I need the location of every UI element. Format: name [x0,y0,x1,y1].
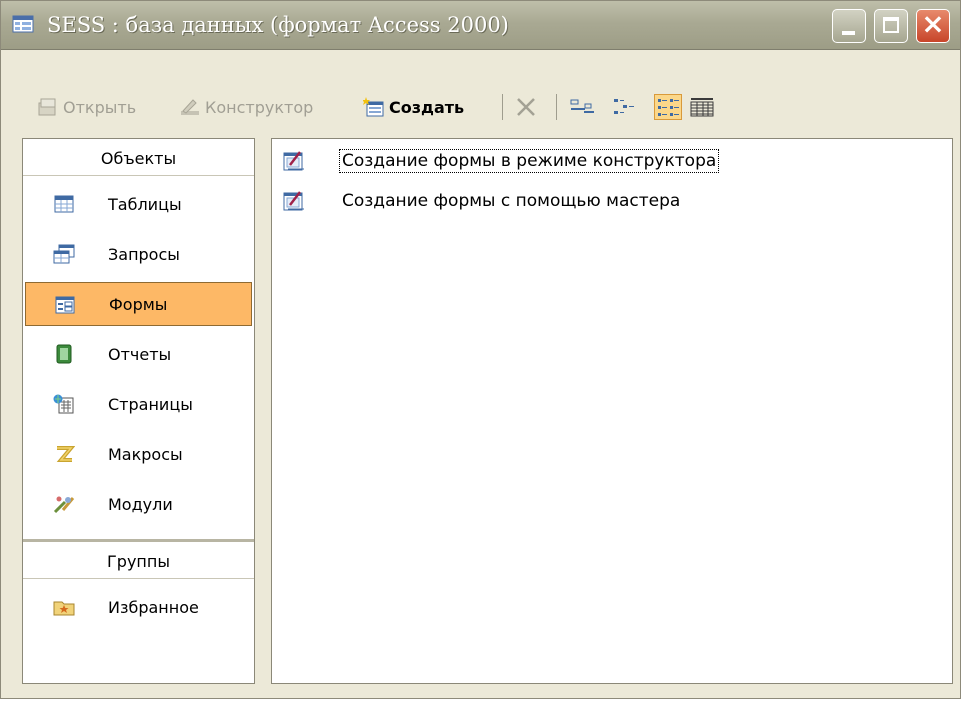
objects-item-label: Формы [109,294,168,314]
objects-header[interactable]: Объекты [23,141,254,176]
macro-icon [56,446,75,462]
toolbar-separator [502,94,503,120]
list-view-icon [658,99,679,116]
toolbar-separator [556,94,557,120]
close-button[interactable]: × [916,7,950,43]
form-wizard-icon [283,151,304,171]
groups-header-label: Группы [107,551,170,571]
small-icons-view-button[interactable] [611,94,639,120]
groups-item-favorites[interactable]: Избранное [25,585,252,629]
create-label: Создать [389,97,465,117]
objects-bar: Объекты Таблицы Запросы Формы Отчеты Стр… [22,138,255,684]
form-icon [55,296,75,314]
report-icon [56,344,72,364]
close-icon: × [921,7,945,40]
objects-item-macros[interactable]: Макросы [25,432,252,476]
design-label: Конструктор [205,97,314,117]
create-icon [363,97,384,117]
page-icon [53,394,74,414]
form-wizard-icon [283,191,304,211]
objects-item-label: Отчеты [108,344,172,364]
title-bar[interactable]: SESS : база данных (формат Access 2000) … [1,1,960,50]
list-item-label: Создание формы с помощью мастера [342,191,681,211]
maximize-button[interactable] [874,9,908,43]
details-view-icon [690,98,714,117]
objects-item-reports[interactable]: Отчеты [25,332,252,376]
objects-item-pages[interactable]: Страницы [25,382,252,426]
open-label: Открыть [63,97,137,117]
list-item[interactable]: Создание формы в режиме конструктора [282,146,720,176]
favorites-icon [53,601,75,616]
objects-item-queries[interactable]: Запросы [25,232,252,276]
list-item-label: Создание формы в режиме конструктора [338,149,720,173]
delete-button[interactable] [515,94,541,120]
objects-item-tables[interactable]: Таблицы [25,182,252,226]
window-title: SESS : база данных (формат Access 2000) [47,13,509,37]
maximize-icon [883,17,899,33]
minimize-button[interactable] [832,9,866,43]
large-icons-view-button[interactable] [568,94,596,120]
database-window: SESS : база данных (формат Access 2000) … [0,0,961,699]
design-button[interactable]: Конструктор [179,94,313,120]
objects-item-label: Страницы [108,394,193,414]
delete-x-icon [517,98,535,116]
list-item[interactable]: Создание формы с помощью мастера [282,186,682,216]
groups-header[interactable]: Группы [23,544,254,579]
minimize-icon [842,31,855,35]
large-icons-view-icon [570,99,594,113]
objects-item-label: Таблицы [108,194,182,214]
groups-separator [23,539,254,542]
list-view-button[interactable] [654,94,682,120]
objects-list: Создание формы в режиме конструктора Соз… [271,138,953,684]
objects-item-forms[interactable]: Формы [25,282,252,326]
toolbar: Открыть Конструктор Создать [1,50,960,130]
open-icon [38,98,56,116]
open-button[interactable]: Открыть [37,94,136,120]
groups-item-label: Избранное [108,597,199,617]
database-window-icon [12,15,34,33]
query-icon [53,244,75,264]
create-button[interactable]: Создать [363,94,464,120]
small-icons-view-icon [614,99,634,114]
objects-item-modules[interactable]: Модули [25,482,252,526]
module-icon [53,496,75,514]
objects-item-label: Макросы [108,444,183,464]
design-icon [181,99,199,115]
objects-item-label: Модули [108,494,173,514]
details-view-button[interactable] [688,94,716,120]
table-icon [54,195,74,213]
objects-item-label: Запросы [108,244,180,264]
objects-header-label: Объекты [100,148,177,168]
